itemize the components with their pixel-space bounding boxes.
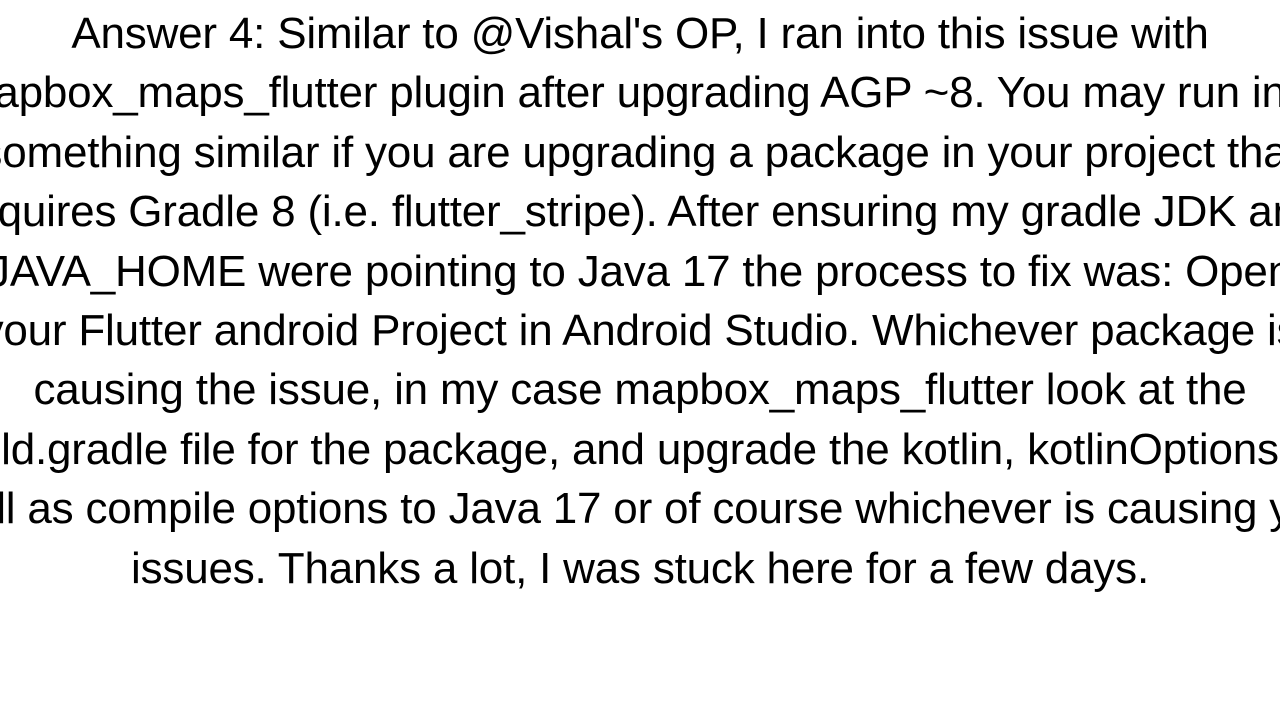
answer-text: Answer 4: Similar to @Vishal's OP, I ran… — [0, 4, 1280, 598]
